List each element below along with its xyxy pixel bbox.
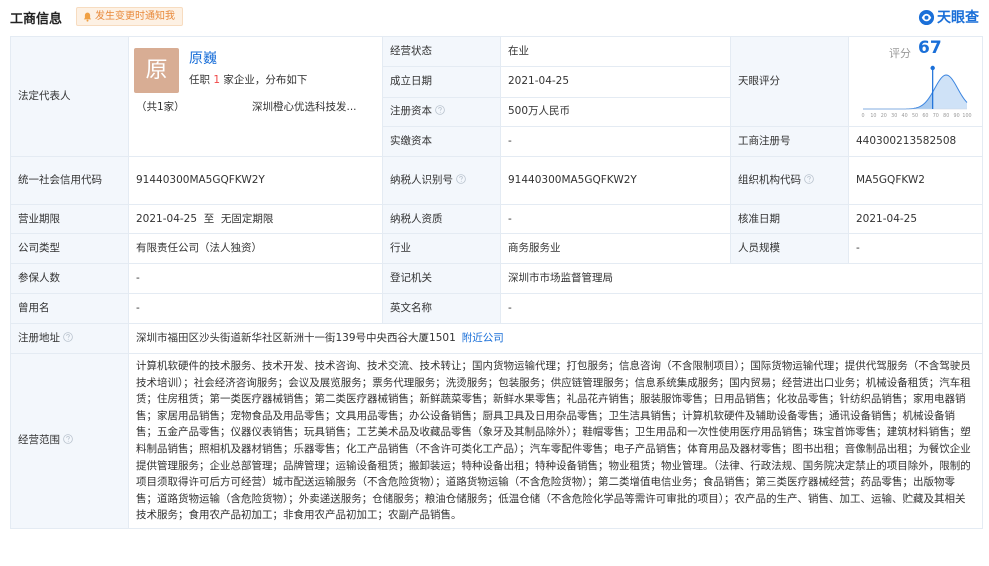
reg-capital-label: 注册资本 xyxy=(390,105,432,118)
org-code-label-cell: 组织机构代码 xyxy=(730,156,849,205)
tick-label-90: 90 xyxy=(954,113,960,119)
tick-label-10: 10 xyxy=(870,113,876,119)
status-label: 经营状态 xyxy=(382,35,501,68)
distribution-area-highlight xyxy=(863,92,933,109)
tick-label-30: 30 xyxy=(891,113,897,119)
former-name-value: - xyxy=(128,293,383,324)
scope-value-cell: 计算机软硬件的技术服务、技术开发、技术咨询、技术交流、技术转让；国内货物运输代理… xyxy=(128,353,983,529)
staff-size-value: - xyxy=(848,233,983,264)
business-info-table: 法定代表人 原 原巍 任职 1 家企业，分布如下 （共1家） 深圳橙心优选科技发… xyxy=(10,35,983,529)
address-value: 深圳市福田区沙头街道新华社区新洲十一街139号中央西谷大厦1501 xyxy=(136,332,456,344)
bell-icon xyxy=(83,12,92,22)
biz-term-value: 2021-04-25 至 无固定期限 xyxy=(128,204,383,234)
english-name-value: - xyxy=(500,293,983,324)
industry-value: 商务服务业 xyxy=(500,233,731,264)
company-type-value: 有限责任公司（法人独资） xyxy=(128,233,383,264)
tick-label-20: 20 xyxy=(881,113,887,119)
help-icon[interactable] xyxy=(456,174,466,184)
reg-authority-value: 深圳市市场监督管理局 xyxy=(500,263,983,294)
english-name-label: 英文名称 xyxy=(382,293,501,324)
scope-label: 经营范围 xyxy=(18,434,60,447)
reg-capital-label-cell: 注册资本 xyxy=(382,96,501,128)
industry-label: 行业 xyxy=(382,233,501,264)
legal-rep-company-count: （共1家） xyxy=(136,101,185,113)
help-icon[interactable] xyxy=(804,174,814,184)
legal-rep-company-link[interactable]: 深圳橙心优选科技发... xyxy=(252,100,378,115)
company-type-label: 公司类型 xyxy=(10,233,129,264)
taxpayer-id-value: 91440300MA5GQFKW2Y xyxy=(500,156,731,205)
nearby-companies-link[interactable]: 附近公司 xyxy=(462,332,504,344)
taxpayer-qual-value: - xyxy=(500,204,731,234)
taxpayer-id-label-cell: 纳税人识别号 xyxy=(382,156,501,205)
notify-on-change-button[interactable]: 发生变更时通知我 xyxy=(76,7,183,26)
score-distribution-chart: 0 10 20 30 40 50 60 70 80 90 100 xyxy=(861,65,972,119)
eye-logo-icon xyxy=(918,9,935,25)
legal-rep-name-link[interactable]: 原巍 xyxy=(189,52,217,67)
tianyancha-logo: 天眼查 xyxy=(918,7,979,27)
legal-rep-summary: 任职 1 家企业，分布如下 xyxy=(189,73,307,88)
scope-label-cell: 经营范围 xyxy=(10,353,129,529)
notify-label: 发生变更时通知我 xyxy=(95,11,175,22)
avatar[interactable]: 原 xyxy=(134,48,179,93)
brand-name: 天眼查 xyxy=(937,10,979,26)
score-label: 天眼评分 xyxy=(730,36,849,127)
founded-label: 成立日期 xyxy=(382,66,501,98)
summary-suffix: 家企业，分布如下 xyxy=(220,74,308,86)
tick-label-0: 0 xyxy=(861,113,864,119)
scope-value: 计算机软硬件的技术服务、技术开发、技术咨询、技术交流、技术转让；国内货物运输代理… xyxy=(136,360,971,522)
score-marker-dot xyxy=(930,65,935,71)
tick-label-60: 60 xyxy=(922,113,928,119)
biz-reg-no-label: 工商注册号 xyxy=(730,126,849,157)
taxpayer-qual-label: 纳税人资质 xyxy=(382,204,501,234)
former-name-label: 曾用名 xyxy=(10,293,129,324)
help-icon[interactable] xyxy=(63,434,73,445)
staff-size-label: 人员规模 xyxy=(730,233,849,264)
credit-code-value: 91440300MA5GQFKW2Y xyxy=(128,156,383,205)
address-label: 注册地址 xyxy=(18,332,60,344)
tick-label-80: 80 xyxy=(943,113,949,119)
section-header: 工商信息 发生变更时通知我 天眼查 xyxy=(0,0,989,34)
org-code-value: MA5GQFKW2 xyxy=(848,156,983,205)
help-icon[interactable] xyxy=(63,332,73,342)
address-value-cell: 深圳市福田区沙头街道新华社区新洲十一街139号中央西谷大厦1501 附近公司 xyxy=(128,323,983,354)
reg-authority-label: 登记机关 xyxy=(382,263,501,294)
reg-capital-value: 500万人民币 xyxy=(500,96,731,128)
approval-date-label: 核准日期 xyxy=(730,204,849,234)
address-label-cell: 注册地址 xyxy=(10,323,129,354)
biz-reg-no-value: 440300213582508 xyxy=(848,126,983,157)
tick-label-100: 100 xyxy=(962,113,971,119)
help-icon[interactable] xyxy=(435,105,445,116)
credit-code-label: 统一社会信用代码 xyxy=(10,156,129,205)
summary-prefix: 任职 xyxy=(189,74,214,86)
org-code-label: 组织机构代码 xyxy=(738,174,801,186)
legal-rep-label: 法定代表人 xyxy=(10,36,129,157)
score-caption: 评分 xyxy=(889,47,911,60)
tick-label-50: 50 xyxy=(912,113,918,119)
taxpayer-id-label: 纳税人识别号 xyxy=(390,174,453,186)
distribution-area xyxy=(863,75,967,109)
score-value: 67 xyxy=(918,38,942,58)
legal-rep-cell: 原 原巍 任职 1 家企业，分布如下 （共1家） 深圳橙心优选科技发... xyxy=(128,36,383,157)
tick-label-70: 70 xyxy=(933,113,939,119)
biz-term-label: 营业期限 xyxy=(10,204,129,234)
founded-value: 2021-04-25 xyxy=(500,66,731,98)
status-value: 在业 xyxy=(500,35,731,68)
tick-label-40: 40 xyxy=(902,113,908,119)
paid-capital-label: 实缴资本 xyxy=(382,126,501,157)
score-cell: 评分 67 0 10 20 30 40 50 60 70 80 90 100 xyxy=(848,36,983,127)
section-title: 工商信息 xyxy=(10,12,63,27)
insured-value: - xyxy=(128,263,383,294)
approval-date-value: 2021-04-25 xyxy=(848,204,983,234)
insured-label: 参保人数 xyxy=(10,263,129,294)
paid-capital-value: - xyxy=(500,126,731,157)
